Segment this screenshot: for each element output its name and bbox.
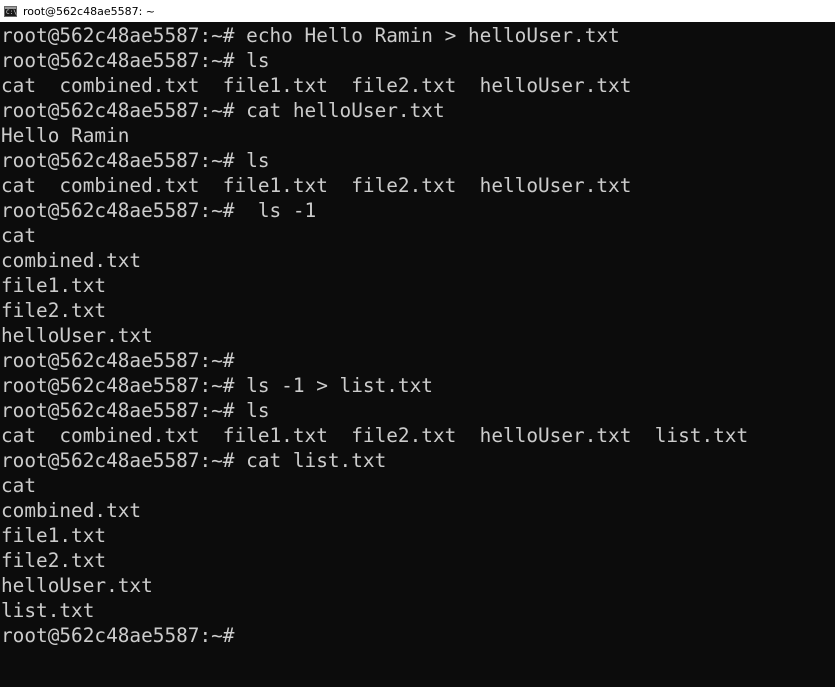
terminal-line: helloUser.txt — [1, 324, 153, 347]
terminal-line: file2.txt — [1, 549, 107, 572]
terminal-line: root@562c48ae5587:~# ls -1 — [1, 199, 317, 222]
terminal-line: combined.txt — [1, 499, 142, 522]
title-bar[interactable]: C:\ root@562c48ae5587: ~ — [0, 0, 835, 22]
terminal-line: cat combined.txt file1.txt file2.txt hel… — [1, 424, 749, 447]
terminal-line: root@562c48ae5587:~# cat helloUser.txt — [1, 99, 445, 122]
terminal-line: file1.txt — [1, 524, 107, 547]
window-title: root@562c48ae5587: ~ — [23, 4, 156, 18]
terminal-line: root@562c48ae5587:~# — [1, 349, 235, 372]
terminal-icon[interactable]: C:\ — [4, 5, 17, 17]
terminal-output[interactable]: root@562c48ae5587:~# echo Hello Ramin > … — [0, 23, 835, 687]
terminal-line: root@562c48ae5587:~# echo Hello Ramin > … — [1, 24, 620, 47]
terminal-line: Hello Ramin — [1, 124, 130, 147]
terminal-line: file2.txt — [1, 299, 107, 322]
terminal-line: root@562c48ae5587:~# — [1, 624, 235, 647]
terminal-line: combined.txt — [1, 249, 142, 272]
terminal-line: root@562c48ae5587:~# ls — [1, 49, 270, 72]
terminal-line: cat combined.txt file1.txt file2.txt hel… — [1, 174, 632, 197]
terminal-line: list.txt — [1, 599, 95, 622]
terminal-line: root@562c48ae5587:~# ls -1 > list.txt — [1, 374, 433, 397]
terminal-line: root@562c48ae5587:~# ls — [1, 399, 270, 422]
terminal-line: helloUser.txt — [1, 574, 153, 597]
terminal-line: cat — [1, 224, 37, 247]
terminal-line: cat combined.txt file1.txt file2.txt hel… — [1, 74, 632, 97]
terminal-line: file1.txt — [1, 274, 107, 297]
terminal-line: root@562c48ae5587:~# cat list.txt — [1, 449, 387, 472]
terminal-window: C:\ root@562c48ae5587: ~ root@562c48ae55… — [0, 0, 835, 687]
terminal-line: cat — [1, 474, 37, 497]
terminal-line: root@562c48ae5587:~# ls — [1, 149, 270, 172]
